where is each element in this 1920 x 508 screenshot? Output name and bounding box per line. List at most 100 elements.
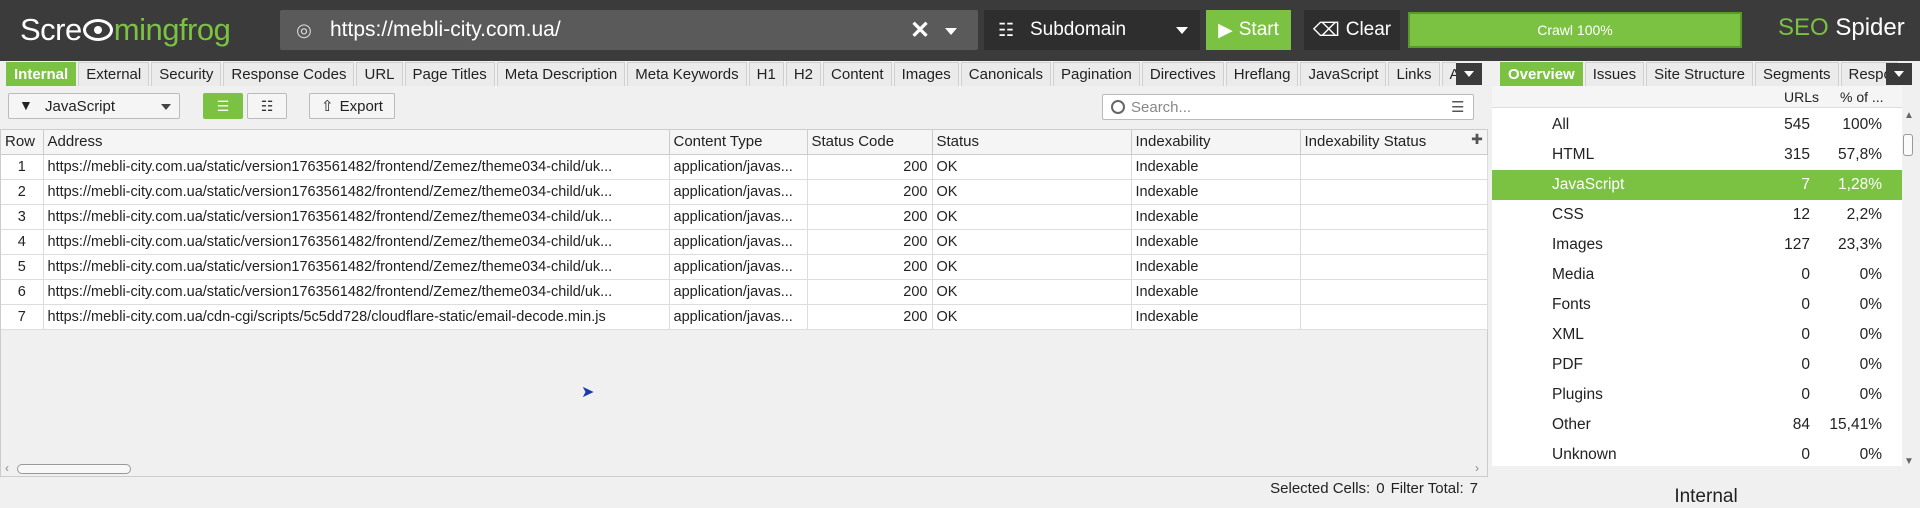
overview-row-all[interactable]: All 545 100% <box>1492 110 1902 140</box>
cell-indexability[interactable]: Indexable <box>1131 229 1301 255</box>
cell-row[interactable]: 7 <box>1 304 44 330</box>
list-view-button[interactable]: ☰ <box>203 93 243 119</box>
tab-hreflang[interactable]: Hreflang <box>1225 62 1299 86</box>
cell-status[interactable]: OK <box>932 254 1132 280</box>
column-header-percent[interactable]: % of ... <box>1840 89 1884 105</box>
overview-row-html[interactable]: HTML 315 57,8% <box>1492 140 1902 170</box>
cell-address[interactable]: https://mebli-city.com.ua/static/version… <box>43 279 670 305</box>
cell-status-code[interactable]: 200 <box>807 179 933 205</box>
overview-row-xml[interactable]: XML 0 0% <box>1492 320 1902 350</box>
cell-row[interactable]: 3 <box>1 204 44 230</box>
cell-status[interactable]: OK <box>932 204 1132 230</box>
tab-segments[interactable]: Segments <box>1754 62 1839 86</box>
cell-status[interactable]: OK <box>932 279 1132 305</box>
tab-content[interactable]: Content <box>823 62 892 86</box>
cell-indexability-status[interactable] <box>1300 204 1488 230</box>
cell-indexability-status[interactable] <box>1300 229 1488 255</box>
scroll-right-icon[interactable]: › <box>1475 461 1479 475</box>
scrollbar-thumb[interactable] <box>17 464 131 474</box>
clear-button[interactable]: ⌫ Clear <box>1304 10 1400 50</box>
cell-status[interactable]: OK <box>932 304 1132 330</box>
cell-row[interactable]: 5 <box>1 254 44 280</box>
tab-h1[interactable]: H1 <box>748 62 784 86</box>
column-header-content-type[interactable]: Content Type <box>669 130 808 155</box>
cell-content-type[interactable]: application/javas... <box>669 304 808 330</box>
cell-indexability[interactable]: Indexable <box>1131 179 1301 205</box>
column-header-urls[interactable]: URLs <box>1784 89 1819 105</box>
column-header-indexability[interactable]: Indexability <box>1131 130 1301 155</box>
tab-meta-description[interactable]: Meta Description <box>496 62 626 86</box>
start-button[interactable]: ▶ Start <box>1206 10 1291 50</box>
overview-row-media[interactable]: Media 0 0% <box>1492 260 1902 290</box>
export-button[interactable]: ⇧ Export <box>309 93 395 119</box>
tab-external[interactable]: External <box>78 62 150 86</box>
tab-amp[interactable]: AM <box>1441 62 1456 86</box>
scrollbar-thumb[interactable] <box>1903 134 1913 156</box>
tab-response-codes[interactable]: Response Codes <box>223 62 355 86</box>
cell-indexability-status[interactable] <box>1300 254 1488 280</box>
cell-status-code[interactable]: 200 <box>807 304 933 330</box>
cell-address[interactable]: https://mebli-city.com.ua/static/version… <box>43 179 670 205</box>
cell-indexability-status[interactable] <box>1300 179 1488 205</box>
tab-security[interactable]: Security <box>151 62 222 86</box>
cell-content-type[interactable]: application/javas... <box>669 179 808 205</box>
tab-directives[interactable]: Directives <box>1141 62 1224 86</box>
scroll-left-icon[interactable]: ‹ <box>5 461 9 475</box>
cell-content-type[interactable]: application/javas... <box>669 229 808 255</box>
overview-row-javascript[interactable]: JavaScript 7 1,28% <box>1492 170 1902 200</box>
search-options-icon[interactable]: ☰ <box>1451 98 1464 116</box>
column-header-row[interactable]: Row <box>1 130 44 155</box>
cell-status-code[interactable]: 200 <box>807 204 933 230</box>
table-row[interactable]: 2 https://mebli-city.com.ua/static/versi… <box>1 179 1488 205</box>
cell-content-type[interactable]: application/javas... <box>669 279 808 305</box>
search-input[interactable] <box>1131 98 1431 116</box>
tab-h2[interactable]: H2 <box>785 62 822 86</box>
cell-status[interactable]: OK <box>932 229 1132 255</box>
cell-address[interactable]: https://mebli-city.com.ua/static/version… <box>43 229 670 255</box>
overview-row-unknown[interactable]: Unknown 0 0% <box>1492 440 1902 466</box>
tab-meta-keywords[interactable]: Meta Keywords <box>627 62 747 86</box>
cell-indexability-status[interactable] <box>1300 279 1488 305</box>
tab-issues[interactable]: Issues <box>1584 62 1645 86</box>
scroll-down-icon[interactable]: ▼ <box>1904 456 1914 467</box>
cell-indexability-status[interactable] <box>1300 304 1488 330</box>
overview-vertical-scrollbar[interactable]: ▲ ▼ <box>1902 110 1914 470</box>
table-row[interactable]: 7 https://mebli-city.com.ua/cdn-cgi/scri… <box>1 304 1488 330</box>
column-header-status-code[interactable]: Status Code <box>807 130 933 155</box>
url-history-dropdown-icon[interactable] <box>945 28 957 35</box>
cell-row[interactable]: 4 <box>1 229 44 255</box>
table-row[interactable]: 4 https://mebli-city.com.ua/static/versi… <box>1 229 1488 255</box>
column-header-status[interactable]: Status <box>932 130 1132 155</box>
table-row[interactable]: 5 https://mebli-city.com.ua/static/versi… <box>1 254 1488 280</box>
tab-javascript[interactable]: JavaScript <box>1300 62 1387 86</box>
cell-status-code[interactable]: 200 <box>807 229 933 255</box>
cell-indexability[interactable]: Indexable <box>1131 204 1301 230</box>
table-row[interactable]: 6 https://mebli-city.com.ua/static/versi… <box>1 279 1488 305</box>
horizontal-scrollbar[interactable]: ‹ › <box>1 461 1487 476</box>
cell-indexability[interactable]: Indexable <box>1131 279 1301 305</box>
clear-url-icon[interactable]: ✕ <box>910 16 930 45</box>
cell-content-type[interactable]: application/javas... <box>669 154 808 180</box>
overview-row-images[interactable]: Images 127 23,3% <box>1492 230 1902 260</box>
cell-status-code[interactable]: 200 <box>807 279 933 305</box>
cell-row[interactable]: 6 <box>1 279 44 305</box>
cell-indexability[interactable]: Indexable <box>1131 254 1301 280</box>
cell-content-type[interactable]: application/javas... <box>669 204 808 230</box>
tab-images[interactable]: Images <box>893 62 959 86</box>
cell-indexability[interactable]: Indexable <box>1131 304 1301 330</box>
cell-status-code[interactable]: 200 <box>807 254 933 280</box>
overview-row-plugins[interactable]: Plugins 0 0% <box>1492 380 1902 410</box>
scroll-up-icon[interactable]: ▲ <box>1904 110 1914 121</box>
table-row[interactable]: 3 https://mebli-city.com.ua/static/versi… <box>1 204 1488 230</box>
tab-links[interactable]: Links <box>1388 62 1440 86</box>
cell-content-type[interactable]: application/javas... <box>669 254 808 280</box>
column-header-indexability-status[interactable]: Indexability Status <box>1300 130 1488 155</box>
cell-address[interactable]: https://mebli-city.com.ua/static/version… <box>43 204 670 230</box>
cell-address[interactable]: https://mebli-city.com.ua/cdn-cgi/script… <box>43 304 670 330</box>
url-input[interactable]: ◎ https://mebli-city.com.ua/ ✕ <box>280 10 978 50</box>
filter-select[interactable]: ▼ JavaScript <box>8 93 180 119</box>
overview-row-css[interactable]: CSS 12 2,2% <box>1492 200 1902 230</box>
cell-row[interactable]: 2 <box>1 179 44 205</box>
cell-address[interactable]: https://mebli-city.com.ua/static/version… <box>43 154 670 180</box>
tab-canonicals[interactable]: Canonicals <box>960 62 1051 86</box>
